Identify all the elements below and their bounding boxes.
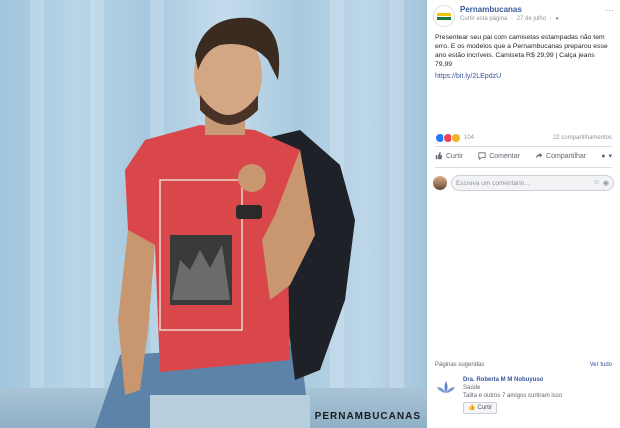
chevron-down-icon: ▾ xyxy=(608,153,612,160)
suggestions-title: Páginas sugeridas xyxy=(435,362,485,368)
like-page-link[interactable]: Curtir esta página xyxy=(460,16,507,22)
globe-icon: ● xyxy=(555,16,560,22)
post-header: Pernambucanas Curtir esta página · 27 de… xyxy=(427,0,620,27)
like-page-button[interactable]: 👍 Curtir xyxy=(463,402,498,414)
emoji-icon[interactable]: ☺ xyxy=(593,179,600,187)
divider xyxy=(435,146,612,147)
thumbs-up-icon: 👍 xyxy=(468,405,476,411)
profile-mini-icon: ● xyxy=(601,152,606,160)
suggested-page-item: Dra. Roberta M M Nobuyuso Saúde Talita e… xyxy=(435,376,612,414)
like-button-label: Curtir xyxy=(446,152,464,160)
lotus-logo-icon[interactable] xyxy=(435,376,457,398)
avatar[interactable] xyxy=(433,176,447,190)
model-figure xyxy=(95,17,355,428)
divider xyxy=(435,167,612,168)
comment-button[interactable]: Comentar xyxy=(478,152,520,160)
action-bar: Curtir Comentar Compartilhar ● ▾ xyxy=(435,152,612,160)
post-photo[interactable]: PERNAMBUCANAS xyxy=(0,0,427,428)
wow-reaction-icon[interactable] xyxy=(451,133,461,143)
share-count[interactable]: 22 compartilhamentos xyxy=(553,135,612,141)
post-link[interactable]: https://bit.ly/2LEpdzU xyxy=(427,69,620,80)
page-name-link[interactable]: Pernambucanas xyxy=(460,5,601,14)
share-button-label: Compartilhar xyxy=(546,152,587,160)
suggestions-header: Páginas sugeridas Ver tudo xyxy=(435,362,612,368)
like-page-label: Curtir xyxy=(477,405,493,411)
post-text: Presentear seu pai com camisetas estampa… xyxy=(435,34,608,68)
photo-watermark: PERNAMBUCANAS xyxy=(314,411,421,422)
share-button[interactable]: Compartilhar xyxy=(535,152,586,160)
comment-icon xyxy=(478,152,486,160)
post-date[interactable]: 27 de julho xyxy=(517,16,546,22)
share-icon xyxy=(535,152,543,160)
reactions-bar: 104 22 compartilhamentos xyxy=(435,133,612,143)
suggested-page-name[interactable]: Dra. Roberta M M Nobuyuso xyxy=(463,376,562,384)
reaction-selector-button[interactable]: ● ▾ xyxy=(601,152,612,161)
comment-placeholder: Escreva um comentário... xyxy=(456,179,530,187)
post-sidebar: Pernambucanas Curtir esta página · 27 de… xyxy=(427,0,620,428)
suggested-page-category: Saúde xyxy=(463,385,481,391)
comment-button-label: Comentar xyxy=(489,152,520,160)
reaction-count[interactable]: 104 xyxy=(464,135,474,141)
thumbs-up-icon xyxy=(435,152,443,160)
suggested-page-friends: Talita e outros 7 amigos curtiram isso xyxy=(463,393,563,399)
like-button[interactable]: Curtir xyxy=(435,152,463,160)
page-logo[interactable] xyxy=(433,5,455,27)
more-options-icon[interactable]: ··· xyxy=(605,5,614,15)
comment-row: Escreva um comentário... ☺ ◉ xyxy=(433,175,614,191)
camera-icon[interactable]: ◉ xyxy=(603,179,609,187)
see-all-link[interactable]: Ver tudo xyxy=(590,362,612,368)
comment-input[interactable]: Escreva um comentário... ☺ ◉ xyxy=(451,175,614,191)
